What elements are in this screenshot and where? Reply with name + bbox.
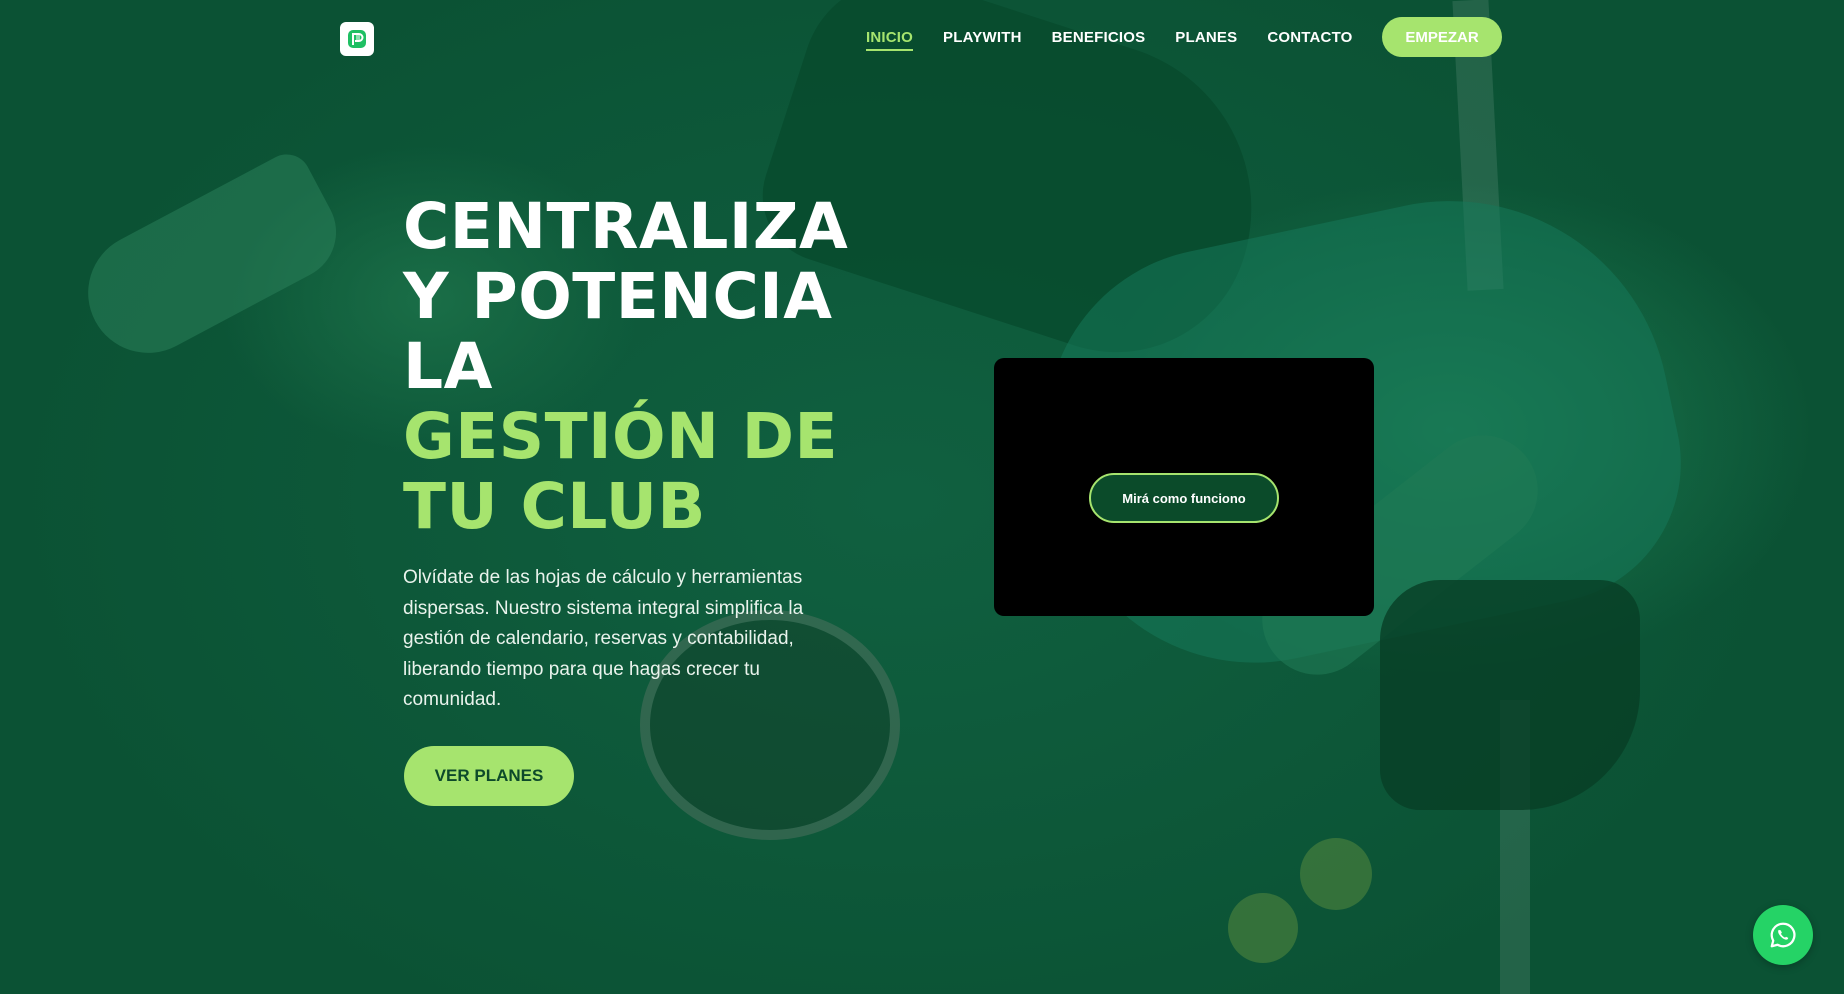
nav-links: INICIO PLAYWITH BENEFICIOS PLANES CONTAC… <box>866 29 1353 51</box>
whatsapp-button[interactable] <box>1753 905 1813 965</box>
player-shorts <box>1380 580 1640 810</box>
video-player[interactable]: Mirá como funciono <box>994 358 1374 616</box>
whatsapp-icon <box>1770 922 1796 948</box>
hero-title-accent-line: TU CLUB <box>403 470 706 543</box>
hero-title-line: Y POTENCIA <box>403 260 833 333</box>
player-shoe <box>67 145 353 375</box>
hero-title: CENTRALIZA Y POTENCIA LA GESTIÓN DE TU C… <box>403 192 923 542</box>
nav-link-contacto[interactable]: CONTACTO <box>1267 29 1352 51</box>
empezar-button[interactable]: EMPEZAR <box>1382 17 1502 57</box>
nav-link-playwith[interactable]: PLAYWITH <box>943 29 1022 51</box>
hero-title-line: CENTRALIZA <box>403 190 849 263</box>
tennis-ball <box>1228 893 1298 963</box>
playwith-logo-icon <box>348 30 366 48</box>
hero-title-accent-line: GESTIÓN DE <box>403 400 839 473</box>
logo[interactable] <box>340 22 374 56</box>
top-navigation: INICIO PLAYWITH BENEFICIOS PLANES CONTAC… <box>0 0 1844 76</box>
tennis-ball <box>1300 838 1372 910</box>
hero-description: Olvídate de las hojas de cálculo y herra… <box>403 567 804 710</box>
nav-link-inicio[interactable]: INICIO <box>866 29 914 51</box>
nav-link-planes[interactable]: PLANES <box>1175 29 1237 51</box>
ver-planes-button[interactable]: VER PLANES <box>404 746 574 806</box>
hero-title-line: LA <box>403 330 493 403</box>
watch-video-button[interactable]: Mirá como funciono <box>1089 473 1279 523</box>
nav-link-beneficios[interactable]: BENEFICIOS <box>1052 29 1146 51</box>
